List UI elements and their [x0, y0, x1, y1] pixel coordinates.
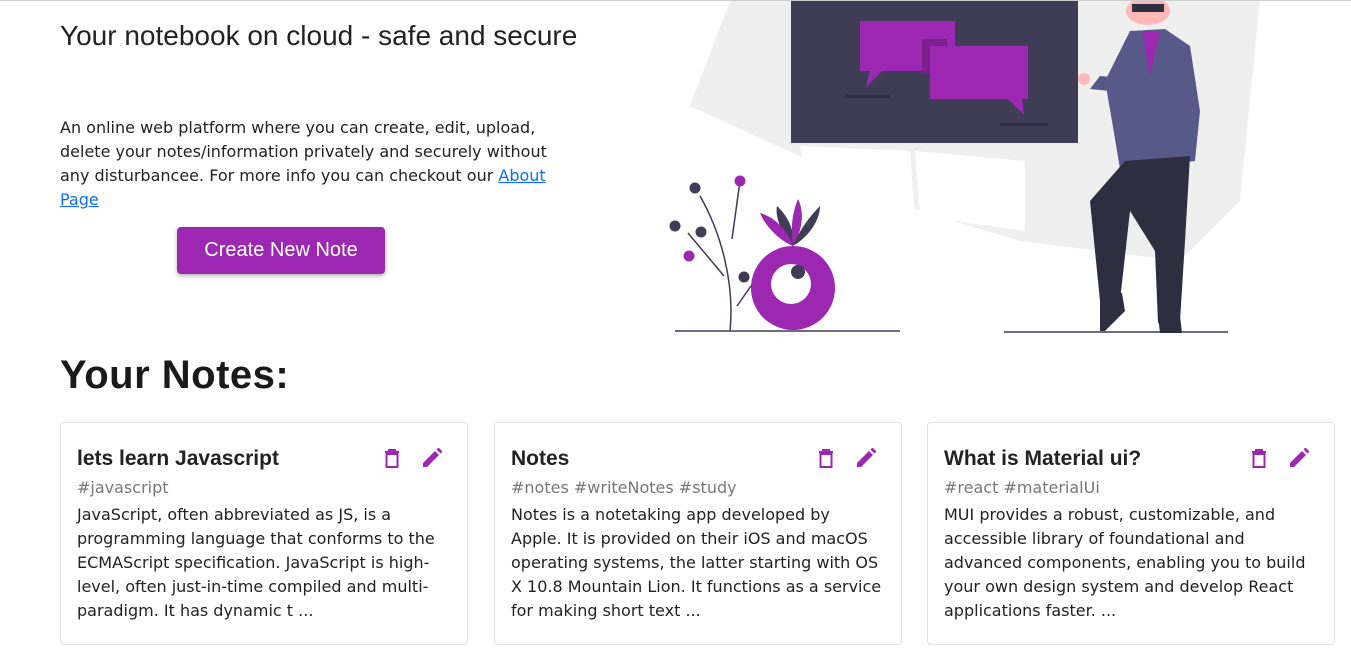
note-description: MUI provides a robust, customizable, and…: [944, 505, 1306, 620]
pencil-icon[interactable]: [855, 447, 877, 469]
pencil-icon[interactable]: [1288, 447, 1310, 469]
trash-icon[interactable]: [1248, 447, 1270, 469]
hero-description-text: An online web platform where you can cre…: [60, 118, 547, 185]
hero-title: Your notebook on cloud - safe and secure: [60, 20, 578, 51]
your-notes-heading: Your Notes:: [60, 353, 290, 397]
note-actions: [381, 447, 443, 469]
trash-icon[interactable]: [381, 447, 403, 469]
hero-description: An online web platform where you can cre…: [60, 116, 560, 212]
pencil-icon[interactable]: [421, 447, 443, 469]
note-actions: [1248, 447, 1310, 469]
note-description: JavaScript, often abbreviated as JS, is …: [77, 505, 435, 620]
note-actions: [815, 447, 877, 469]
note-card: Notes #notes #writeNotes #study Notes is…: [494, 422, 902, 645]
note-tags: #javascript: [77, 478, 169, 497]
note-tags: #react #materialUi: [944, 478, 1100, 497]
note-tags: #notes #writeNotes #study: [511, 478, 737, 497]
note-description: Notes is a notetaking app developed by A…: [511, 505, 882, 620]
hero-illustration: [669, 1, 1260, 333]
note-card: What is Material ui? #react #materialUi …: [927, 422, 1335, 645]
note-card: lets learn Javascript #javascript JavaSc…: [60, 422, 468, 645]
create-new-note-button[interactable]: Create New Note: [177, 227, 385, 274]
trash-icon[interactable]: [815, 447, 837, 469]
